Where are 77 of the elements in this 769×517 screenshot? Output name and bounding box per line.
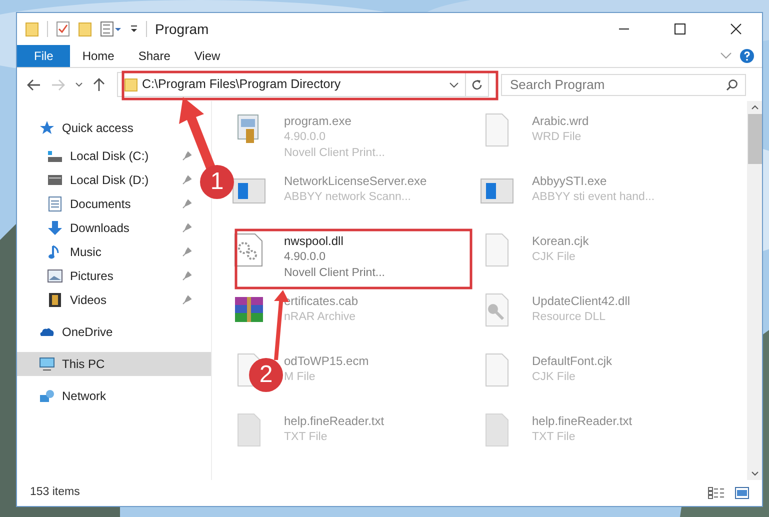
star-icon	[39, 120, 55, 136]
pin-icon[interactable]	[182, 199, 192, 209]
drive-icon	[47, 172, 63, 188]
properties-icon[interactable]	[100, 21, 122, 37]
chevron-icon[interactable]	[75, 82, 83, 88]
pin-icon[interactable]	[182, 247, 192, 257]
pin-icon[interactable]	[182, 151, 192, 161]
sidebar-label: Local Disk (C:)	[70, 148, 150, 165]
file-detail: CJK File	[532, 250, 576, 265]
sidebar-item[interactable]: Music	[17, 240, 197, 264]
help-icon[interactable]	[740, 49, 754, 63]
back-icon[interactable]	[27, 78, 41, 90]
pin-icon[interactable]	[182, 175, 192, 185]
refresh-icon[interactable]	[471, 78, 483, 90]
address-bar[interactable]: C:\Program Files\Program Directory	[117, 72, 489, 97]
item-count: 153 items	[30, 485, 80, 500]
sidebar-label: Network	[62, 388, 108, 405]
document-icon	[47, 196, 63, 212]
sidebar-item[interactable]: Pictures	[17, 264, 197, 288]
file-detail: nRAR Archive	[284, 310, 357, 325]
sidebar-item[interactable]: Downloads	[17, 216, 197, 240]
file-detail: ABBYY sti event hand...	[532, 190, 655, 205]
sidebar-label: Videos	[70, 292, 108, 309]
sidebar-item[interactable]: Quick access	[17, 116, 167, 140]
file-detail: WRD File	[532, 130, 582, 145]
sidebar-label: Documents	[70, 196, 132, 213]
file-detail: CJK File	[532, 370, 576, 385]
sidebar-item[interactable]: OneDrive	[17, 320, 167, 344]
scrollbar-thumb[interactable]	[748, 114, 762, 164]
scroll-up-icon[interactable]	[750, 105, 758, 110]
file-detail: TXT File	[532, 430, 576, 445]
sidebar-label: Pictures	[70, 268, 114, 285]
sidebar-label: Downloads	[70, 220, 130, 237]
sidebar-label: Quick access	[62, 120, 134, 137]
file-detail: M File	[284, 370, 316, 385]
file-detail: Novell Client Print...	[284, 266, 385, 281]
address-path: C:\Program Files\Program Directory	[142, 76, 341, 94]
window-title: Program	[155, 20, 209, 39]
sidebar-item[interactable]: This PC	[17, 352, 211, 376]
scroll-down-icon[interactable]	[750, 471, 758, 476]
close-icon[interactable]	[730, 23, 742, 35]
large-icons-view-icon[interactable]	[735, 487, 749, 499]
drive-icon	[47, 148, 63, 164]
folder-icon	[124, 78, 138, 92]
download-icon	[47, 220, 63, 236]
file-detail: ABBYY network Scann...	[284, 190, 412, 205]
chevron-icon[interactable]	[449, 82, 459, 88]
sidebar-label: OneDrive	[62, 324, 114, 341]
sidebar-item[interactable]: Videos	[17, 288, 197, 312]
details-view-icon[interactable]	[708, 487, 725, 499]
file-detail: Resource DLL	[532, 310, 607, 325]
picture-icon	[47, 268, 63, 284]
maximize-icon[interactable]	[674, 23, 686, 35]
sidebar-label: Local Disk (D:)	[70, 172, 150, 189]
sidebar-item[interactable]: Local Disk (C:)	[17, 144, 197, 168]
sidebar-label: This PC	[62, 356, 106, 373]
file-detail: TXT File	[284, 430, 328, 445]
sidebar-item[interactable]: Network	[17, 384, 167, 408]
up-icon[interactable]	[93, 78, 105, 92]
network-icon	[39, 388, 55, 404]
dropdown-icon[interactable]	[130, 24, 138, 34]
ribbon-tab[interactable]: File	[17, 45, 70, 67]
search-icon[interactable]	[726, 78, 738, 90]
file-detail: 4.90.0.0	[284, 250, 327, 265]
sidebar-item[interactable]: Documents	[17, 192, 197, 216]
film-icon	[47, 292, 63, 308]
computer-icon	[39, 356, 55, 372]
pin-icon[interactable]	[182, 295, 192, 305]
checklist-icon[interactable]	[56, 21, 70, 37]
search-field[interactable]: Search Program	[501, 74, 746, 96]
file-name[interactable]: nwspool.dll	[284, 233, 385, 249]
pin-icon[interactable]	[182, 271, 192, 281]
file-detail: Novell Client Print...	[284, 146, 385, 161]
pin-icon[interactable]	[182, 223, 192, 233]
sidebar-label: Music	[70, 244, 102, 261]
sidebar-item[interactable]: Local Disk (D:)	[17, 168, 197, 192]
file-detail: 4.90.0.0	[284, 130, 327, 145]
